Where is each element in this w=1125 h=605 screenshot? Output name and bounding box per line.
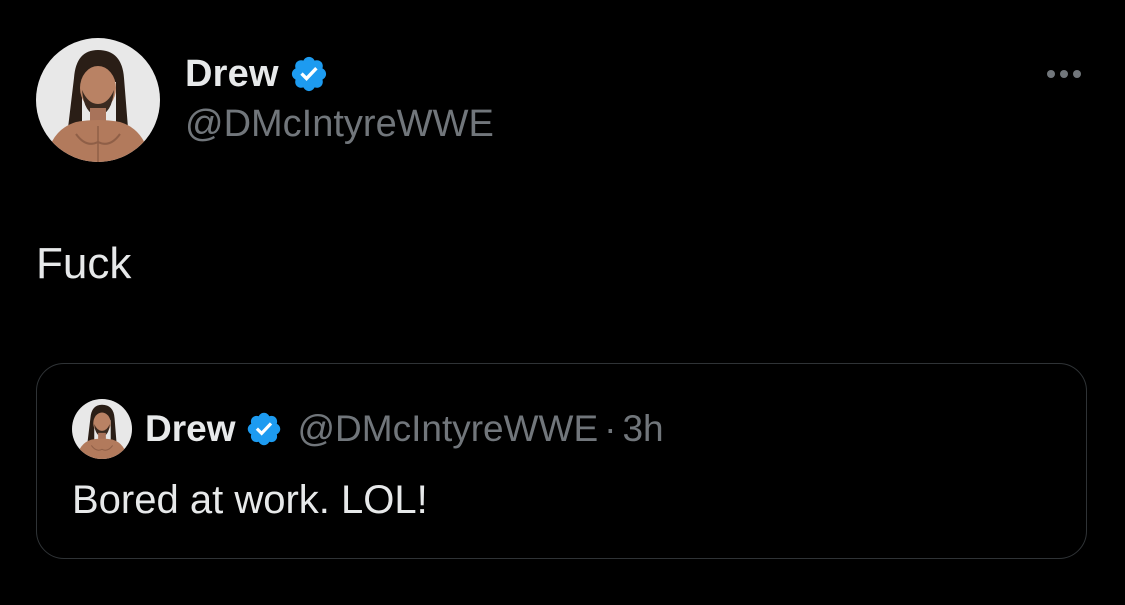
avatar-image — [36, 38, 160, 162]
more-dot — [1047, 70, 1055, 78]
quoted-tweet-text: Bored at work. LOL! — [72, 478, 428, 522]
more-dot — [1060, 70, 1068, 78]
verified-badge-icon — [245, 410, 283, 448]
author-avatar[interactable] — [36, 38, 160, 162]
tweet: Drew @DMcIntyreWWE Fuck Drew @DMcIntyreW… — [0, 0, 1125, 605]
verified-badge-icon — [289, 54, 329, 94]
author-name-row[interactable]: Drew — [185, 50, 329, 98]
avatar-image — [72, 399, 132, 459]
quoted-author-avatar[interactable] — [72, 399, 132, 459]
quoted-author-display-name[interactable]: Drew — [145, 408, 235, 450]
separator-dot: · — [604, 408, 617, 449]
author-handle[interactable]: @DMcIntyreWWE — [185, 100, 494, 148]
author-display-name[interactable]: Drew — [185, 53, 279, 96]
quoted-tweet-card[interactable] — [36, 363, 1087, 559]
quoted-author-handle[interactable]: @DMcIntyreWWE — [297, 408, 598, 450]
more-options-icon[interactable] — [1036, 60, 1092, 88]
quoted-tweet-timestamp[interactable]: 3h — [622, 408, 663, 450]
tweet-text: Fuck — [36, 239, 132, 288]
quoted-tweet-header: Drew @DMcIntyreWWE · 3h — [145, 403, 664, 455]
more-dot — [1073, 70, 1081, 78]
